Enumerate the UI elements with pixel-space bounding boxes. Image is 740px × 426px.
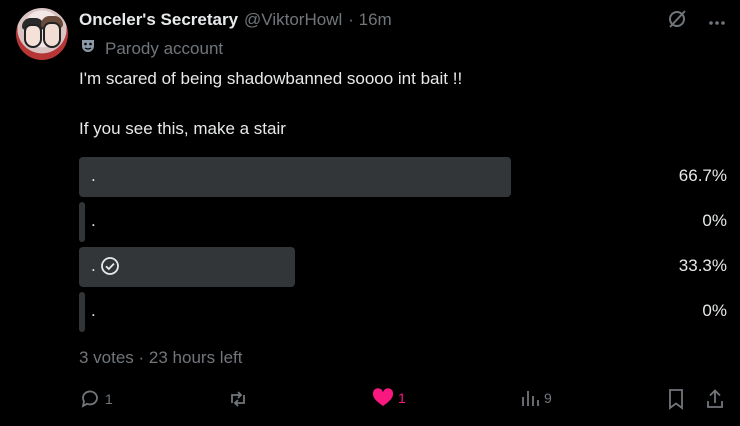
poll-option-label: .	[91, 211, 96, 231]
poll-option-text: .	[91, 301, 96, 320]
repost-icon	[231, 391, 245, 407]
poll-option: . 33.3%	[79, 247, 727, 287]
post-time[interactable]: · 16m	[348, 10, 391, 30]
parody-badge: Parody account	[79, 37, 223, 60]
reply-count: 1	[105, 391, 113, 407]
checkmark-circle-icon	[100, 257, 119, 275]
poll-option: . 66.7%	[79, 157, 727, 197]
avatar[interactable]	[16, 8, 68, 60]
poll-option-text: .	[91, 211, 96, 230]
poll-bar	[79, 157, 511, 197]
reply-button[interactable]: 1	[79, 388, 113, 410]
avatar-face-right	[43, 22, 61, 48]
like-count: 1	[398, 390, 406, 406]
poll-option-text: .	[91, 166, 96, 185]
avatar-face-left	[24, 24, 42, 48]
post-text-line1: I'm scared of being shadowbanned soooo i…	[79, 69, 463, 88]
poll-option-label: .	[91, 166, 96, 186]
poll-option-percent: 0%	[702, 301, 727, 320]
parody-mask-icon	[79, 37, 97, 60]
share-button[interactable]	[705, 388, 725, 410]
poll: . 66.7%. 0%. 33.3%. 0%	[79, 157, 727, 337]
poll-meta: 3 votes · 23 hours left	[79, 348, 243, 367]
bookmark-icon	[669, 389, 683, 410]
poll-bar	[79, 292, 85, 332]
reply-icon	[81, 390, 98, 408]
poll-option-label: .	[91, 256, 120, 276]
views-button[interactable]: 9	[520, 388, 552, 408]
poll-option-percent: 33.3%	[678, 256, 727, 275]
views-icon	[522, 391, 539, 406]
bookmark-button[interactable]	[667, 388, 685, 410]
poll-option-percent: 66.7%	[678, 166, 727, 185]
post-top-icons	[666, 8, 726, 35]
poll-bar	[79, 202, 85, 242]
parody-label: Parody account	[105, 38, 224, 58]
display-name[interactable]: Onceler's Secretary	[79, 10, 238, 30]
grok-icon[interactable]	[666, 8, 688, 35]
heart-icon	[372, 388, 394, 406]
poll-option-label: .	[91, 301, 96, 321]
poll-option: . 0%	[79, 292, 727, 332]
poll-option-percent: 0%	[702, 211, 727, 230]
share-icon	[707, 389, 723, 408]
poll-option-text: .	[91, 256, 96, 275]
poll-option: . 0%	[79, 202, 727, 242]
like-button[interactable]: 1	[372, 388, 406, 408]
views-count: 9	[544, 390, 552, 406]
post-header: Onceler's Secretary @ViktorHowl · 16m	[79, 8, 392, 32]
repost-button[interactable]	[227, 388, 253, 410]
post-text-line2: If you see this, make a stair	[79, 119, 286, 138]
more-icon[interactable]	[708, 13, 726, 31]
handle[interactable]: @ViktorHowl	[244, 10, 342, 30]
action-bar: 1 1 9	[79, 388, 729, 410]
